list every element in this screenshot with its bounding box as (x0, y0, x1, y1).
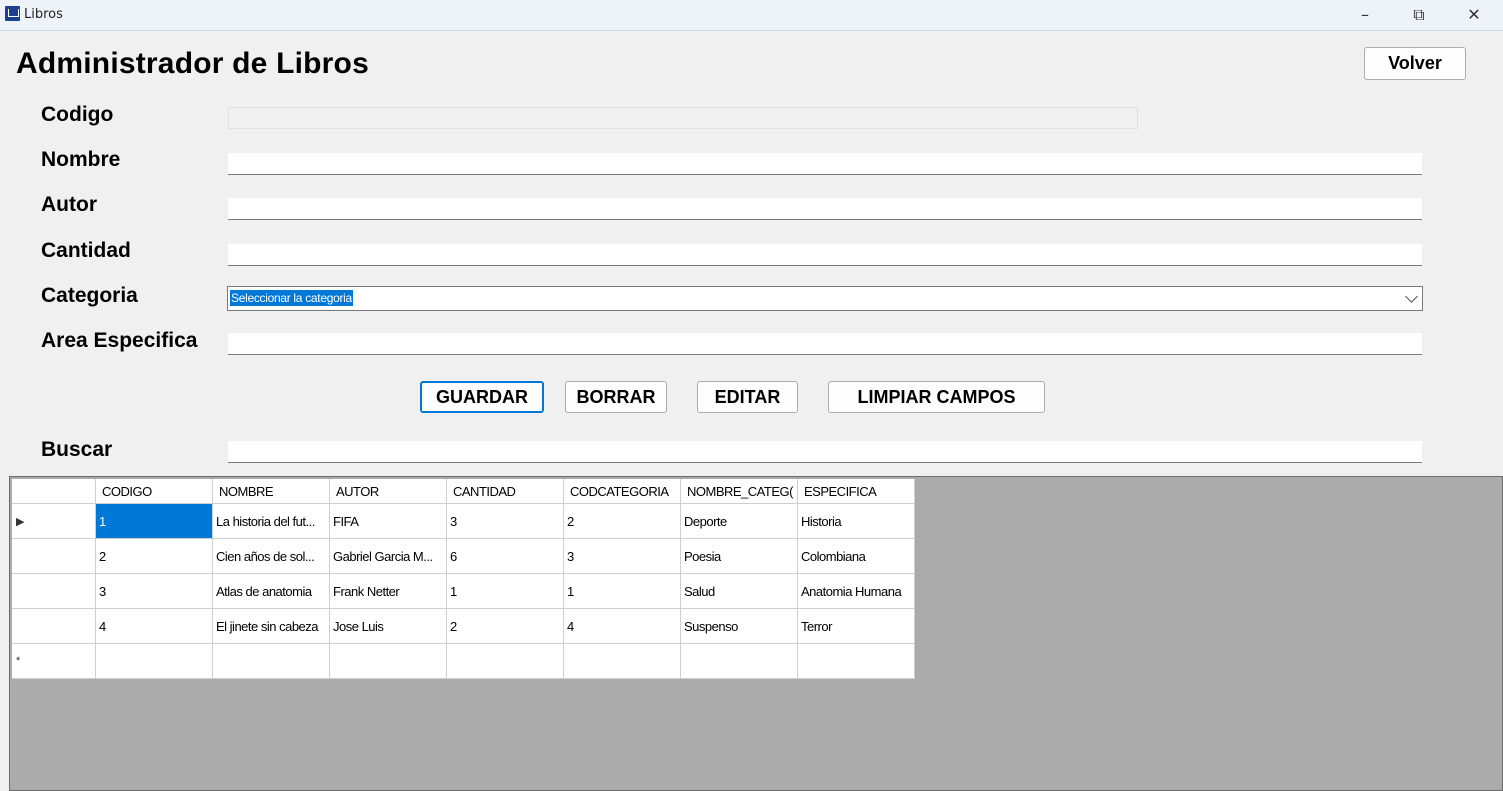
table-cell[interactable]: 1 (446, 573, 564, 609)
table-cell[interactable]: 3 (95, 573, 213, 609)
table-cell[interactable]: 4 (563, 608, 681, 644)
table-row[interactable]: 3 Atlas de anatomia Frank Netter 1 1 Sal… (12, 573, 915, 609)
editar-button[interactable]: EDITAR (697, 381, 798, 413)
table-cell[interactable] (563, 643, 681, 679)
new-table-row[interactable]: * (12, 643, 915, 679)
table-cell[interactable] (797, 643, 915, 679)
column-header-codigo[interactable]: CODIGO (95, 479, 213, 504)
guardar-button[interactable]: GUARDAR (420, 381, 544, 413)
codigo-label: Codigo (41, 103, 114, 126)
row-header-corner[interactable] (12, 479, 96, 504)
close-button[interactable]: ✕ (1451, 0, 1497, 30)
window-title-bar: Libros – ⧉ ✕ (0, 0, 1503, 31)
table-cell[interactable]: Suspenso (680, 608, 798, 644)
table-cell[interactable]: Jose Luis (329, 608, 447, 644)
new-row-marker-icon[interactable]: * (12, 643, 96, 679)
back-button[interactable]: Volver (1364, 47, 1466, 80)
table-cell[interactable]: 2 (563, 503, 681, 539)
table-cell[interactable]: Salud (680, 573, 798, 609)
books-table: CODIGO NOMBRE AUTOR CANTIDAD CODCATEGORI… (12, 479, 915, 679)
table-cell[interactable] (212, 643, 330, 679)
search-input[interactable] (228, 441, 1422, 463)
table-cell[interactable]: Terror (797, 608, 915, 644)
table-cell[interactable]: Anatomia Humana (797, 573, 915, 609)
table-cell[interactable]: 3 (446, 503, 564, 539)
limpiar-campos-button[interactable]: LIMPIAR CAMPOS (828, 381, 1045, 413)
current-row-marker-icon[interactable]: ▶ (12, 503, 96, 539)
area-especifica-field[interactable] (228, 333, 1422, 355)
table-cell[interactable]: Deporte (680, 503, 798, 539)
column-header-nombre[interactable]: NOMBRE (212, 479, 330, 504)
row-header[interactable] (12, 608, 96, 644)
chevron-down-icon (1405, 290, 1418, 303)
codigo-field[interactable] (228, 107, 1138, 129)
table-cell[interactable]: Atlas de anatomia (212, 573, 330, 609)
column-header-codcategoria[interactable]: CODCATEGORIA (563, 479, 681, 504)
table-cell[interactable]: 4 (95, 608, 213, 644)
page-title: Administrador de Libros (16, 47, 369, 80)
table-cell[interactable]: Cien años de sol... (212, 538, 330, 574)
row-header[interactable] (12, 573, 96, 609)
table-cell[interactable]: Frank Netter (329, 573, 447, 609)
buscar-label: Buscar (41, 438, 113, 461)
table-row[interactable]: 2 Cien años de sol... Gabriel Garcia M..… (12, 538, 915, 574)
table-cell[interactable]: El jinete sin cabeza (212, 608, 330, 644)
table-cell[interactable]: Historia (797, 503, 915, 539)
autor-label: Autor (41, 193, 97, 216)
table-row[interactable]: 4 El jinete sin cabeza Jose Luis 2 4 Sus… (12, 608, 915, 644)
books-data-grid[interactable]: CODIGO NOMBRE AUTOR CANTIDAD CODCATEGORI… (9, 476, 1503, 791)
table-cell[interactable]: La historia del fut... (212, 503, 330, 539)
column-header-cantidad[interactable]: CANTIDAD (446, 479, 564, 504)
table-cell[interactable] (446, 643, 564, 679)
categoria-label: Categoria (41, 284, 138, 307)
table-cell[interactable]: 6 (446, 538, 564, 574)
row-header[interactable] (12, 538, 96, 574)
cantidad-field[interactable] (228, 244, 1422, 266)
table-cell[interactable]: Colombiana (797, 538, 915, 574)
borrar-button[interactable]: BORRAR (565, 381, 667, 413)
minimize-button[interactable]: – (1342, 0, 1388, 30)
table-cell[interactable]: 1 (95, 503, 213, 539)
table-cell[interactable] (329, 643, 447, 679)
table-cell[interactable]: FIFA (329, 503, 447, 539)
autor-field[interactable] (228, 198, 1422, 220)
categoria-selected-value: Seleccionar la categoria (230, 290, 353, 306)
column-header-autor[interactable]: AUTOR (329, 479, 447, 504)
column-header-especifica[interactable]: ESPECIFICA (797, 479, 915, 504)
column-header-nombre-categoria[interactable]: NOMBRE_CATEG( (680, 479, 798, 504)
nombre-label: Nombre (41, 148, 121, 171)
table-cell[interactable]: Poesia (680, 538, 798, 574)
table-cell[interactable]: 1 (563, 573, 681, 609)
table-row[interactable]: ▶ 1 La historia del fut... FIFA 3 2 Depo… (12, 503, 915, 539)
app-icon (5, 6, 20, 21)
window-title: Libros (24, 7, 63, 22)
table-cell[interactable] (680, 643, 798, 679)
nombre-field[interactable] (228, 153, 1422, 175)
table-cell[interactable]: 2 (446, 608, 564, 644)
table-cell[interactable]: 2 (95, 538, 213, 574)
categoria-dropdown[interactable]: Seleccionar la categoria (227, 286, 1423, 311)
cantidad-label: Cantidad (41, 239, 131, 262)
table-cell[interactable] (95, 643, 213, 679)
grid-header-row: CODIGO NOMBRE AUTOR CANTIDAD CODCATEGORI… (12, 479, 915, 504)
area-especifica-label: Area Especifica (41, 329, 198, 352)
table-cell[interactable]: 3 (563, 538, 681, 574)
table-cell[interactable]: Gabriel Garcia M... (329, 538, 447, 574)
restore-button[interactable]: ⧉ (1396, 0, 1442, 30)
